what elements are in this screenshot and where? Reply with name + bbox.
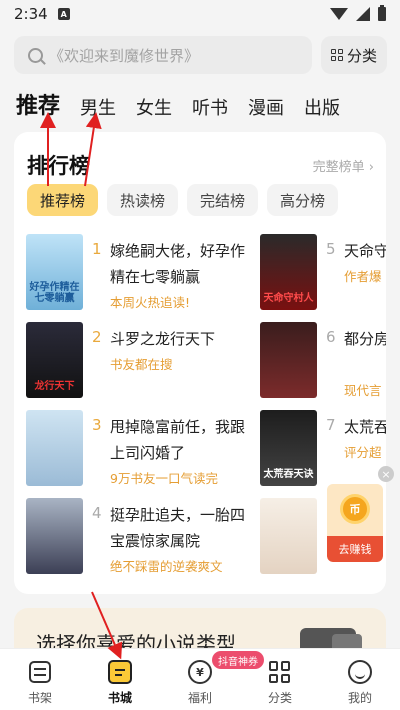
book-title: 天命守 [344, 242, 386, 260]
signal-icon [356, 7, 370, 21]
profile-icon [348, 660, 372, 684]
book-cover [260, 322, 317, 398]
status-bar: 2:34 A [0, 0, 400, 28]
book-tag: 本周火热追读! [110, 295, 191, 310]
search-input[interactable]: 《欢迎来到魔修世界》 [14, 36, 312, 74]
nav-me[interactable]: 我的 [320, 649, 400, 710]
book-cover [26, 410, 83, 486]
tab-male[interactable]: 男生 [80, 94, 116, 120]
book-title: 太荒吞 [344, 418, 386, 436]
grid-icon [330, 49, 343, 61]
book-cover: 太荒吞天诀 [260, 410, 317, 486]
ranking-tabs: 推荐榜 热读榜 完结榜 高分榜 [27, 184, 339, 216]
search-icon [28, 47, 43, 63]
ranking-title: 排行榜 [27, 154, 90, 178]
nav-category[interactable]: 分类 [240, 649, 320, 710]
tab-comic[interactable]: 漫画 [248, 94, 284, 120]
bottom-nav: 书架 书城 抖音神券 ¥ 福利 分类 我的 [0, 648, 400, 710]
tab-audio[interactable]: 听书 [192, 94, 228, 120]
wifi-icon [330, 8, 348, 20]
book-item[interactable]: 6 都分房禁欲大 现代言 [260, 322, 386, 398]
book-title: 甩掉隐富前任，我跟上司闪婚了 [110, 418, 246, 462]
rank-number: 6 [326, 328, 336, 346]
book-item[interactable]: 龙行天下 2 斗罗之龙行天下 书友都在搜 [26, 322, 256, 398]
rank-tab-hot[interactable]: 热读榜 [107, 184, 179, 216]
welfare-icon: ¥ [188, 660, 212, 684]
rank-tab-recommend[interactable]: 推荐榜 [27, 184, 99, 216]
rank-number: 7 [326, 416, 336, 434]
bookstore-icon [108, 660, 132, 684]
battery-icon [378, 5, 386, 21]
nav-welfare[interactable]: 抖音神券 ¥ 福利 [160, 649, 264, 710]
book-cover [26, 498, 83, 574]
book-title: 挺孕肚追夫，一胎四宝震惊家属院 [110, 506, 246, 550]
bookshelf-icon [29, 661, 51, 683]
book-cover: 好孕作精在七零躺赢 [26, 234, 83, 310]
book-title: 嫁绝嗣大佬，好孕作精在七零躺赢 [110, 242, 246, 286]
rank-tab-score[interactable]: 高分榜 [267, 184, 339, 216]
book-item[interactable]: 太荒吞天诀 7 太荒吞 评分超 [260, 410, 386, 486]
nav-label: 分类 [267, 691, 292, 705]
book-tag: 现代言 [344, 383, 382, 398]
search-placeholder: 《欢迎来到魔修世界》 [49, 46, 200, 65]
rank-number: 4 [92, 504, 102, 522]
book-cover: 龙行天下 [26, 322, 83, 398]
book-item[interactable]: 4 挺孕肚追夫，一胎四宝震惊家属院 绝不踩雷的逆袭爽文 [26, 498, 256, 574]
full-list-link[interactable]: 完整榜单 › [313, 156, 374, 175]
book-tag: 绝不踩雷的逆袭爽文 [110, 559, 223, 574]
rank-tab-finished[interactable]: 完结榜 [187, 184, 259, 216]
nav-bookstore[interactable]: 书城 [80, 649, 160, 710]
nav-label: 书架 [27, 691, 52, 705]
book-item[interactable]: 天命守村人 5 天命守 作者爆 [260, 234, 386, 310]
tab-recommend[interactable]: 推荐 [16, 88, 60, 120]
book-cover: 天命守村人 [260, 234, 317, 310]
category-icon [269, 661, 291, 683]
rank-number: 5 [326, 240, 336, 258]
book-tag: 评分超 [344, 445, 382, 460]
category-button[interactable]: 分类 [321, 36, 387, 74]
nav-label: 福利 [187, 691, 212, 705]
rank-number: 1 [92, 240, 102, 258]
status-time: 2:34 [14, 5, 48, 23]
book-item[interactable]: 好孕作精在七零躺赢 1 嫁绝嗣大佬，好孕作精在七零躺赢 本周火热追读! [26, 234, 256, 310]
nav-label: 我的 [347, 691, 372, 705]
tab-publish[interactable]: 出版 [304, 94, 340, 120]
rank-number: 3 [92, 416, 102, 434]
earn-money-float[interactable]: 币 去赚钱 [327, 484, 383, 562]
book-tag: 9万书友一口气读完 [110, 471, 218, 486]
nav-label: 书城 [107, 691, 132, 705]
nav-bookshelf[interactable]: 书架 [0, 649, 80, 710]
top-tabs: 推荐 男生 女生 听书 漫画 出版 [16, 86, 360, 120]
coin-icon: 币 [340, 494, 370, 524]
notification-icon: A [57, 8, 70, 20]
earn-money-label: 去赚钱 [327, 536, 383, 562]
book-title: 斗罗之龙行天下 [110, 330, 216, 348]
close-icon[interactable]: × [378, 466, 394, 482]
category-label: 分类 [346, 46, 377, 65]
book-tag: 书友都在搜 [110, 357, 173, 372]
book-tag: 作者爆 [344, 269, 382, 284]
rank-number: 2 [92, 328, 102, 346]
book-cover [260, 498, 317, 574]
tab-female[interactable]: 女生 [136, 94, 172, 120]
book-item[interactable]: 3 甩掉隐富前任，我跟上司闪婚了 9万书友一口气读完 [26, 410, 256, 486]
book-title: 都分房禁欲大 [344, 330, 386, 348]
